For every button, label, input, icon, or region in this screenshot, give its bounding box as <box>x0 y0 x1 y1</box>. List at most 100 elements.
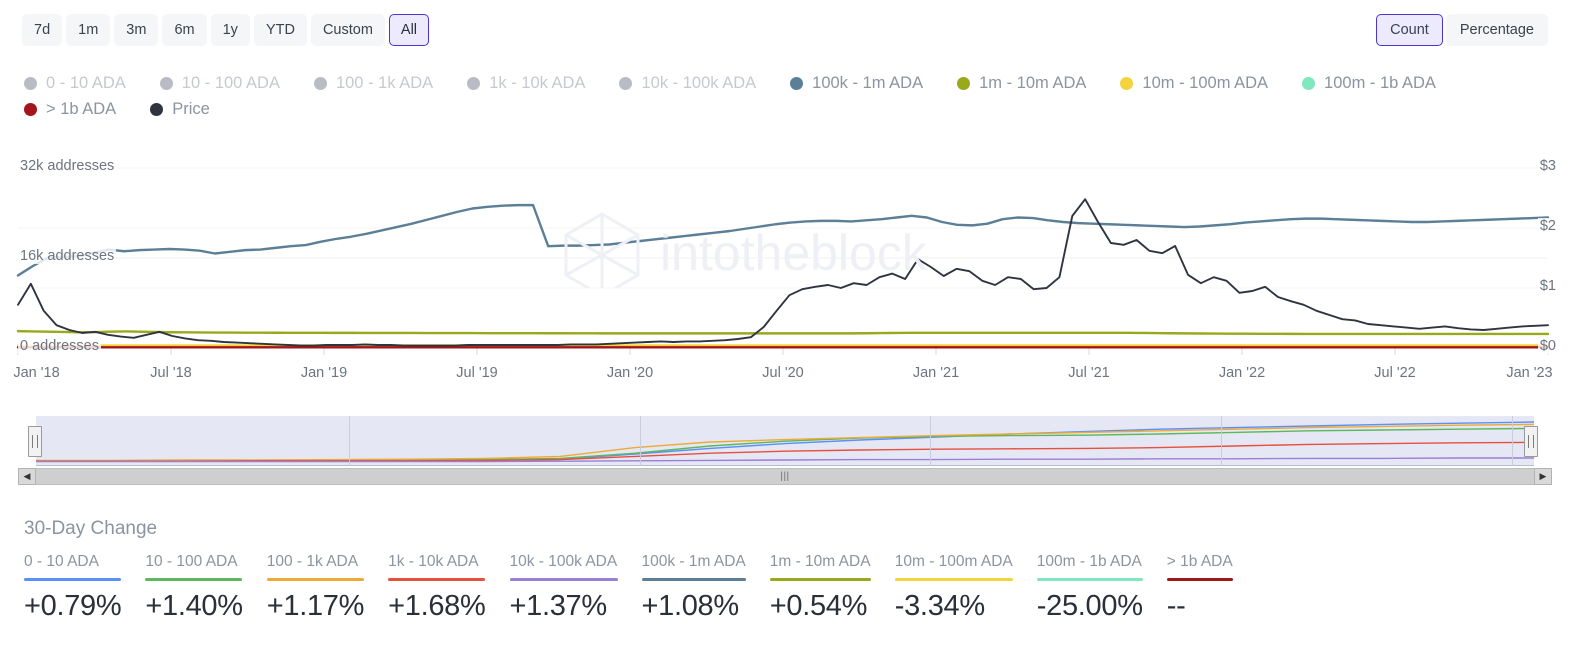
stat-label: 1m - 10m ADA <box>770 553 871 571</box>
series-line <box>18 331 1548 334</box>
navigator-handle-right[interactable] <box>1524 426 1538 457</box>
range-button-6m[interactable]: 6m <box>162 14 206 46</box>
range-button-3m[interactable]: 3m <box>114 14 158 46</box>
stat-card: 100m - 1b ADA-25.00% <box>1037 553 1143 623</box>
legend-dot-icon <box>1302 77 1315 90</box>
range-navigator[interactable]: 201820192020202120222023 ◀ ▶ ||| <box>0 408 1570 486</box>
legend-item-6[interactable]: 1m - 10m ADA <box>957 70 1086 96</box>
stat-card: 10 - 100 ADA +1.40% <box>145 553 242 623</box>
legend-item-8[interactable]: 100m - 1b ADA <box>1302 70 1436 96</box>
legend-dot-icon <box>1120 77 1133 90</box>
x-tick-label: Jul '18 <box>150 365 191 381</box>
stat-label: 100m - 1b ADA <box>1037 553 1143 571</box>
stat-label: 10 - 100 ADA <box>145 553 242 571</box>
legend-label: 100m - 1b ADA <box>1324 74 1436 93</box>
chart-legend: 0 - 10 ADA 10 - 100 ADA 100 - 1k ADA 1k - 1… <box>24 70 1554 122</box>
y-axis-right-label: $1 <box>1538 278 1558 294</box>
scrollbar-grip[interactable]: ||| <box>780 472 789 482</box>
legend-item-7[interactable]: 10m - 100m ADA <box>1120 70 1268 96</box>
stat-label: > 1b ADA <box>1167 553 1233 571</box>
x-tick-label: Jul '20 <box>762 365 803 381</box>
legend-item-0[interactable]: 0 - 10 ADA <box>24 70 126 96</box>
stat-value: -- <box>1167 590 1233 623</box>
legend-label: 1k - 10k ADA <box>489 74 585 93</box>
stat-value: +1.17% <box>267 590 364 623</box>
stat-card: 100k - 1m ADA+1.08% <box>642 553 746 623</box>
legend-label: 100k - 1m ADA <box>812 74 923 93</box>
legend-dot-icon <box>314 77 327 90</box>
stat-card: 10m - 100m ADA-3.34% <box>895 553 1013 623</box>
range-button-all[interactable]: All <box>389 14 429 46</box>
x-tick-label: Jan '23 <box>1506 365 1552 381</box>
legend-dot-icon <box>467 77 480 90</box>
stat-label: 0 - 10 ADA <box>24 553 121 571</box>
stat-color-rule <box>24 578 121 581</box>
stat-label: 1k - 10k ADA <box>388 553 485 571</box>
stat-color-rule <box>642 578 746 581</box>
stat-value: +1.37% <box>510 590 618 623</box>
navigator-outline <box>36 416 1534 466</box>
stat-color-rule <box>770 578 871 581</box>
legend-dot-icon <box>957 77 970 90</box>
stat-label: 10k - 100k ADA <box>510 553 618 571</box>
legend-dot-icon <box>150 103 163 116</box>
legend-item-2[interactable]: 100 - 1k ADA <box>314 70 433 96</box>
x-tick-label: Jan '18 <box>13 365 59 381</box>
x-axis-labels: Jan '18Jul '18Jan '19Jul '19Jan '20Jul '… <box>0 365 1570 389</box>
stats-footer: 30-Day Change 0 - 10 ADA +0.79% 10 - 100 A… <box>24 518 1554 623</box>
stat-label: 100 - 1k ADA <box>267 553 364 571</box>
stat-value: +1.68% <box>388 590 485 623</box>
mode-button-percentage[interactable]: Percentage <box>1446 14 1548 46</box>
scroll-right-arrow-icon[interactable]: ▶ <box>1534 468 1552 485</box>
navigator-gridline <box>1221 416 1222 466</box>
navigator-gridline <box>640 416 641 466</box>
stat-card: 10k - 100k ADA +1.37% <box>510 553 618 623</box>
chart-area: intotheblock 0 addresses16k addresses32k… <box>0 150 1570 390</box>
chart-page: 7d1m3m6m1yYTDCustomAll CountPercentage 0… <box>0 0 1570 650</box>
legend-item-1[interactable]: 10 - 100 ADA <box>160 70 280 96</box>
horizontal-scrollbar[interactable]: ◀ ▶ ||| <box>18 468 1552 485</box>
navigator-handle-left[interactable] <box>28 426 42 457</box>
footer-title: 30-Day Change <box>24 518 1554 540</box>
navigator-gridline <box>349 416 350 466</box>
stat-value: +0.79% <box>24 590 121 623</box>
stat-value: +1.08% <box>642 590 746 623</box>
legend-item-3[interactable]: 1k - 10k ADA <box>467 70 585 96</box>
legend-item-4[interactable]: 10k - 100k ADA <box>619 70 756 96</box>
chart-plot <box>0 150 1570 365</box>
stat-color-rule <box>388 578 485 581</box>
stat-color-rule <box>267 578 364 581</box>
x-tick-label: Jan '22 <box>1219 365 1265 381</box>
range-button-ytd[interactable]: YTD <box>254 14 307 46</box>
range-button-7d[interactable]: 7d <box>22 14 62 46</box>
navigator-gridline <box>1512 416 1513 466</box>
range-button-custom[interactable]: Custom <box>311 14 385 46</box>
stat-color-rule <box>145 578 242 581</box>
stat-value: +1.40% <box>145 590 242 623</box>
stat-card: 100 - 1k ADA +1.17% <box>267 553 364 623</box>
legend-dot-icon <box>160 77 173 90</box>
stat-color-rule <box>1167 578 1233 581</box>
range-button-1m[interactable]: 1m <box>66 14 110 46</box>
stat-card: 1m - 10m ADA+0.54% <box>770 553 871 623</box>
y-axis-left-label: 32k addresses <box>18 158 116 174</box>
scroll-left-arrow-icon[interactable]: ◀ <box>18 468 36 485</box>
range-button-1y[interactable]: 1y <box>211 14 250 46</box>
stat-color-rule <box>1037 578 1143 581</box>
y-axis-right-label: $3 <box>1538 158 1558 174</box>
range-selector: 7d1m3m6m1yYTDCustomAll <box>22 14 429 46</box>
legend-item-5[interactable]: 100k - 1m ADA <box>790 70 923 96</box>
legend-item-9[interactable]: > 1b ADA <box>24 96 116 122</box>
legend-label: 100 - 1k ADA <box>336 74 433 93</box>
legend-item-10[interactable]: Price <box>150 96 210 122</box>
legend-dot-icon <box>24 77 37 90</box>
legend-dot-icon <box>24 103 37 116</box>
mode-button-count[interactable]: Count <box>1376 14 1443 46</box>
x-tick-label: Jan '21 <box>913 365 959 381</box>
stats-row: 0 - 10 ADA +0.79% 10 - 100 ADA +1.40% 100 - … <box>24 553 1554 623</box>
series-line <box>18 205 1548 275</box>
stat-color-rule <box>895 578 1013 581</box>
navigator-gridline <box>930 416 931 466</box>
x-tick-label: Jan '19 <box>301 365 347 381</box>
x-tick-label: Jan '20 <box>607 365 653 381</box>
